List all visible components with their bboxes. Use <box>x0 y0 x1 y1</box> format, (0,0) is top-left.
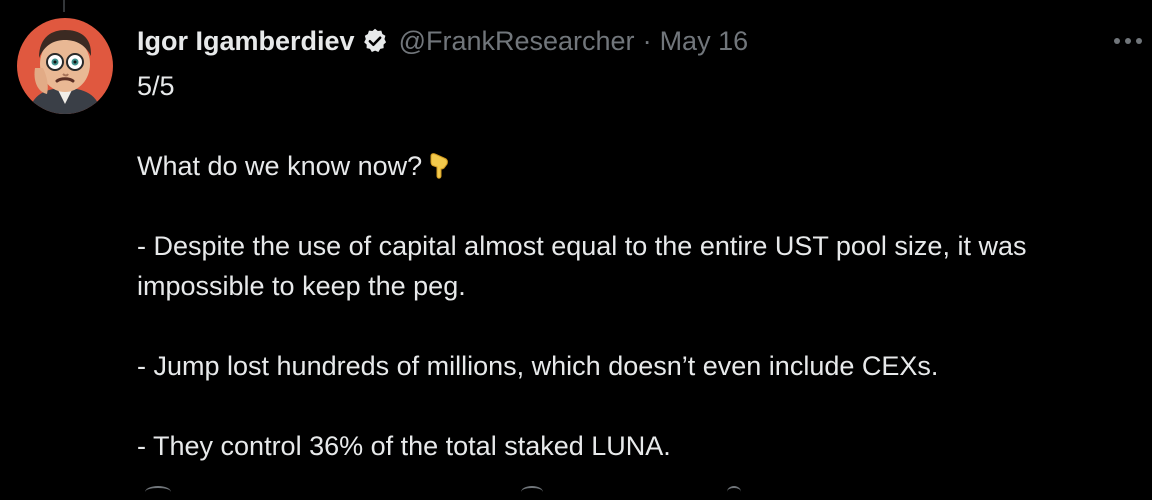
author-display-name[interactable]: Igor Igamberdiev <box>137 26 355 57</box>
tweet-point-1: - Despite the use of capital almost equa… <box>137 231 1027 301</box>
share-icon[interactable] <box>727 486 741 498</box>
author-handle[interactable]: @FrankResearcher <box>399 26 635 57</box>
like-icon[interactable] <box>521 486 543 498</box>
separator-dot: · <box>642 25 652 56</box>
thread-connector-line <box>63 0 65 12</box>
tweet-point-3: - They control 36% of the total staked L… <box>137 431 671 461</box>
pointing-down-emoji-icon <box>424 151 454 181</box>
more-dots-icon <box>1114 38 1142 44</box>
avatar-illustration <box>17 18 113 114</box>
reply-icon[interactable] <box>145 486 171 498</box>
avatar[interactable] <box>17 18 113 114</box>
tweet-action-bar <box>137 486 1037 500</box>
tweet-intro-line: What do we know now? <box>137 146 1142 186</box>
tweet-header: Igor Igamberdiev @FrankResearcher · May … <box>137 24 748 58</box>
tweet-counter: 5/5 <box>137 71 175 101</box>
tweet-text: 5/5 What do we know now? - Despite the u… <box>137 66 1142 466</box>
tweet-date[interactable]: May 16 <box>660 26 749 57</box>
more-options-button[interactable] <box>1112 30 1144 52</box>
verified-badge-icon <box>361 27 389 55</box>
tweet-point-2: - Jump lost hundreds of millions, which … <box>137 351 939 381</box>
tweet-intro: What do we know now? <box>137 151 423 181</box>
